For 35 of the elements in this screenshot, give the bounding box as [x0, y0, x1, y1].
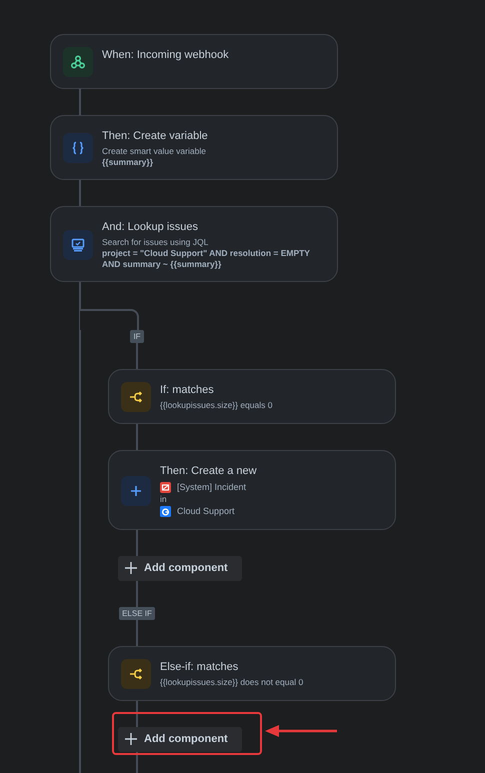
- webhook-icon: [70, 54, 86, 70]
- step-card[interactable]: And: Lookup issues Search for issues using JQL project = "Cloud Support" AND resolution = EMPTY AND summary ~ {{summary}}: [50, 206, 338, 282]
- step-title: Then: Create a new: [160, 464, 258, 478]
- step-card[interactable]: If: matches {{lookupissues.size}} equals 0: [108, 369, 396, 424]
- issue-type: [System] Incident: [177, 482, 246, 493]
- step-title: When: Incoming webhook: [102, 48, 230, 62]
- step-title: Else-if: matches: [160, 660, 240, 674]
- incident-icon: [160, 482, 171, 493]
- branch-tag: IF: [130, 330, 144, 343]
- add-component-button[interactable]: Add component: [118, 727, 242, 752]
- arrow: [265, 724, 337, 738]
- project-name: Cloud Support: [177, 506, 235, 517]
- step-detail: Search for issues using JQL: [102, 237, 210, 248]
- step-title: If: matches: [160, 383, 215, 397]
- step-card[interactable]: Then: Create variable Create smart value variable {{summary}}: [50, 115, 338, 180]
- step-detail: in: [160, 494, 168, 505]
- step-detail: {{lookupissues.size}} equals 0: [160, 400, 274, 411]
- step-card[interactable]: Then: Create a new [System] Incident in Cloud Support: [108, 450, 396, 530]
- step-detail: {{lookupissues.size}} does not equal 0: [160, 677, 304, 688]
- braces-icon: [70, 140, 86, 156]
- project-icon: [160, 506, 171, 517]
- branch-icon: [128, 666, 144, 682]
- plus-icon: [125, 562, 137, 574]
- step-card[interactable]: Else-if: matches {{lookupissues.size}} does not equal 0: [108, 646, 396, 701]
- monitor-icon: [70, 236, 86, 252]
- step-detail: project = "Cloud Support" AND resolution = EMPTY AND summary ~ {{summary}}: [102, 248, 311, 270]
- branch-tag: ELSE IF: [119, 607, 155, 620]
- branch-icon: [128, 389, 144, 405]
- plus-icon: [125, 733, 137, 745]
- step-title: And: Lookup issues: [102, 220, 200, 234]
- step-card[interactable]: When: Incoming webhook: [50, 34, 338, 89]
- step-title: Then: Create variable: [102, 129, 209, 143]
- step-detail: {{summary}}: [102, 157, 154, 168]
- step-detail: Create smart value variable: [102, 146, 207, 157]
- add-component-button[interactable]: Add component: [118, 556, 242, 581]
